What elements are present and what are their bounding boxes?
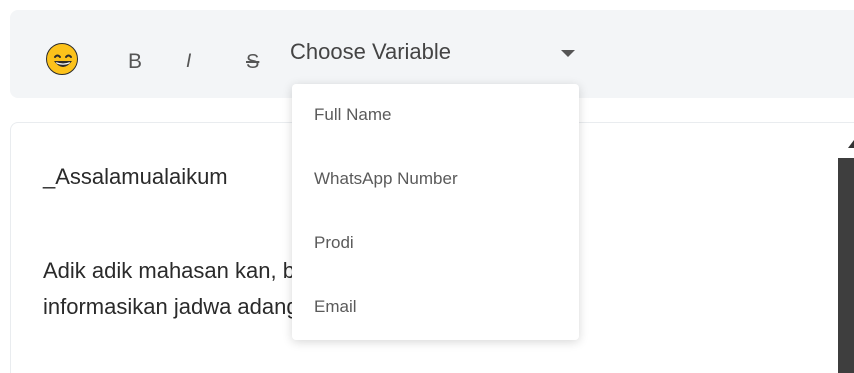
dropdown-item-full-name[interactable]: Full Name <box>314 105 391 125</box>
grinning-face-icon <box>54 54 72 67</box>
scrollbar-thumb[interactable] <box>838 158 854 373</box>
emoji-picker-icon[interactable] <box>46 43 78 75</box>
caret-down-icon <box>561 50 575 57</box>
bold-button[interactable]: B <box>128 48 142 76</box>
dropdown-item-whatsapp-number[interactable]: WhatsApp Number <box>314 169 458 189</box>
choose-variable-select[interactable]: Choose Variable <box>290 36 585 68</box>
strikethrough-button[interactable]: S <box>246 48 259 76</box>
dropdown-item-email[interactable]: Email <box>314 297 357 317</box>
editor-line: _Assalamualaikum <box>43 164 228 189</box>
choose-variable-label: Choose Variable <box>290 39 452 64</box>
scroll-up-arrow-icon[interactable] <box>848 140 854 148</box>
variable-dropdown-menu: Full Name WhatsApp Number Prodi Email <box>292 84 579 340</box>
dropdown-item-prodi[interactable]: Prodi <box>314 233 354 253</box>
italic-button[interactable]: I <box>186 48 191 76</box>
